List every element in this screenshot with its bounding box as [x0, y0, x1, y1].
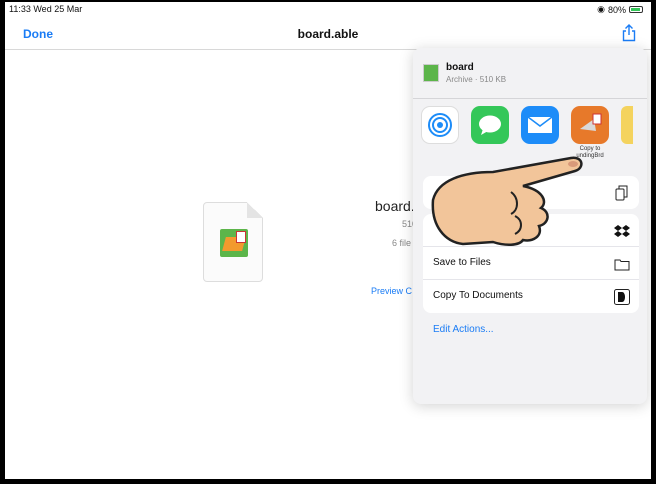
wifi-icon: ◉ — [597, 4, 605, 14]
status-bar: 11:33 Wed 25 Mar ◉ 80% — [5, 2, 651, 16]
mail-icon — [521, 106, 559, 144]
card-shape — [236, 231, 246, 243]
action-copy-to-documents[interactable]: Copy To Documents — [423, 280, 639, 313]
divider — [413, 98, 647, 99]
page-fold — [247, 202, 263, 218]
file-thumbnail — [220, 229, 248, 257]
file-preview-icon — [203, 202, 263, 282]
screen: 11:33 Wed 25 Mar ◉ 80% Done board.able b… — [0, 0, 656, 484]
page-title: board.able — [297, 27, 359, 41]
nav-bar: Done board.able — [5, 20, 651, 50]
action-label: Save to Files — [433, 257, 491, 268]
battery-percent: 80% — [607, 4, 626, 15]
megaphone-app-icon — [571, 106, 609, 144]
copy-icon — [613, 184, 631, 202]
dropbox-icon — [613, 222, 631, 240]
share-sheet-header: board Archive · 510 KB — [413, 48, 647, 98]
pointing-hand-icon — [431, 156, 583, 246]
battery-icon — [629, 6, 643, 13]
status-right: ◉ 80% — [597, 4, 643, 15]
airdrop-icon — [421, 106, 459, 144]
folder-icon — [613, 255, 631, 273]
share-icon[interactable] — [621, 24, 637, 42]
action-label: Copy To Documents — [433, 290, 523, 301]
edit-actions-link[interactable]: Edit Actions... — [433, 324, 494, 335]
messages-icon — [471, 106, 509, 144]
status-time: 11:33 Wed 25 Mar — [9, 4, 83, 14]
file-name: board. — [375, 198, 415, 214]
share-file-meta: Archive · 510 KB — [446, 75, 507, 84]
documents-app-icon — [613, 288, 631, 306]
share-file-name: board — [446, 62, 474, 73]
action-save-to-files[interactable]: Save to Files — [423, 247, 639, 280]
preview-link[interactable]: Preview C — [371, 286, 412, 296]
file-count: 6 file — [392, 238, 412, 248]
archive-thumbnail — [423, 64, 439, 82]
app-partial[interactable] — [621, 106, 633, 144]
